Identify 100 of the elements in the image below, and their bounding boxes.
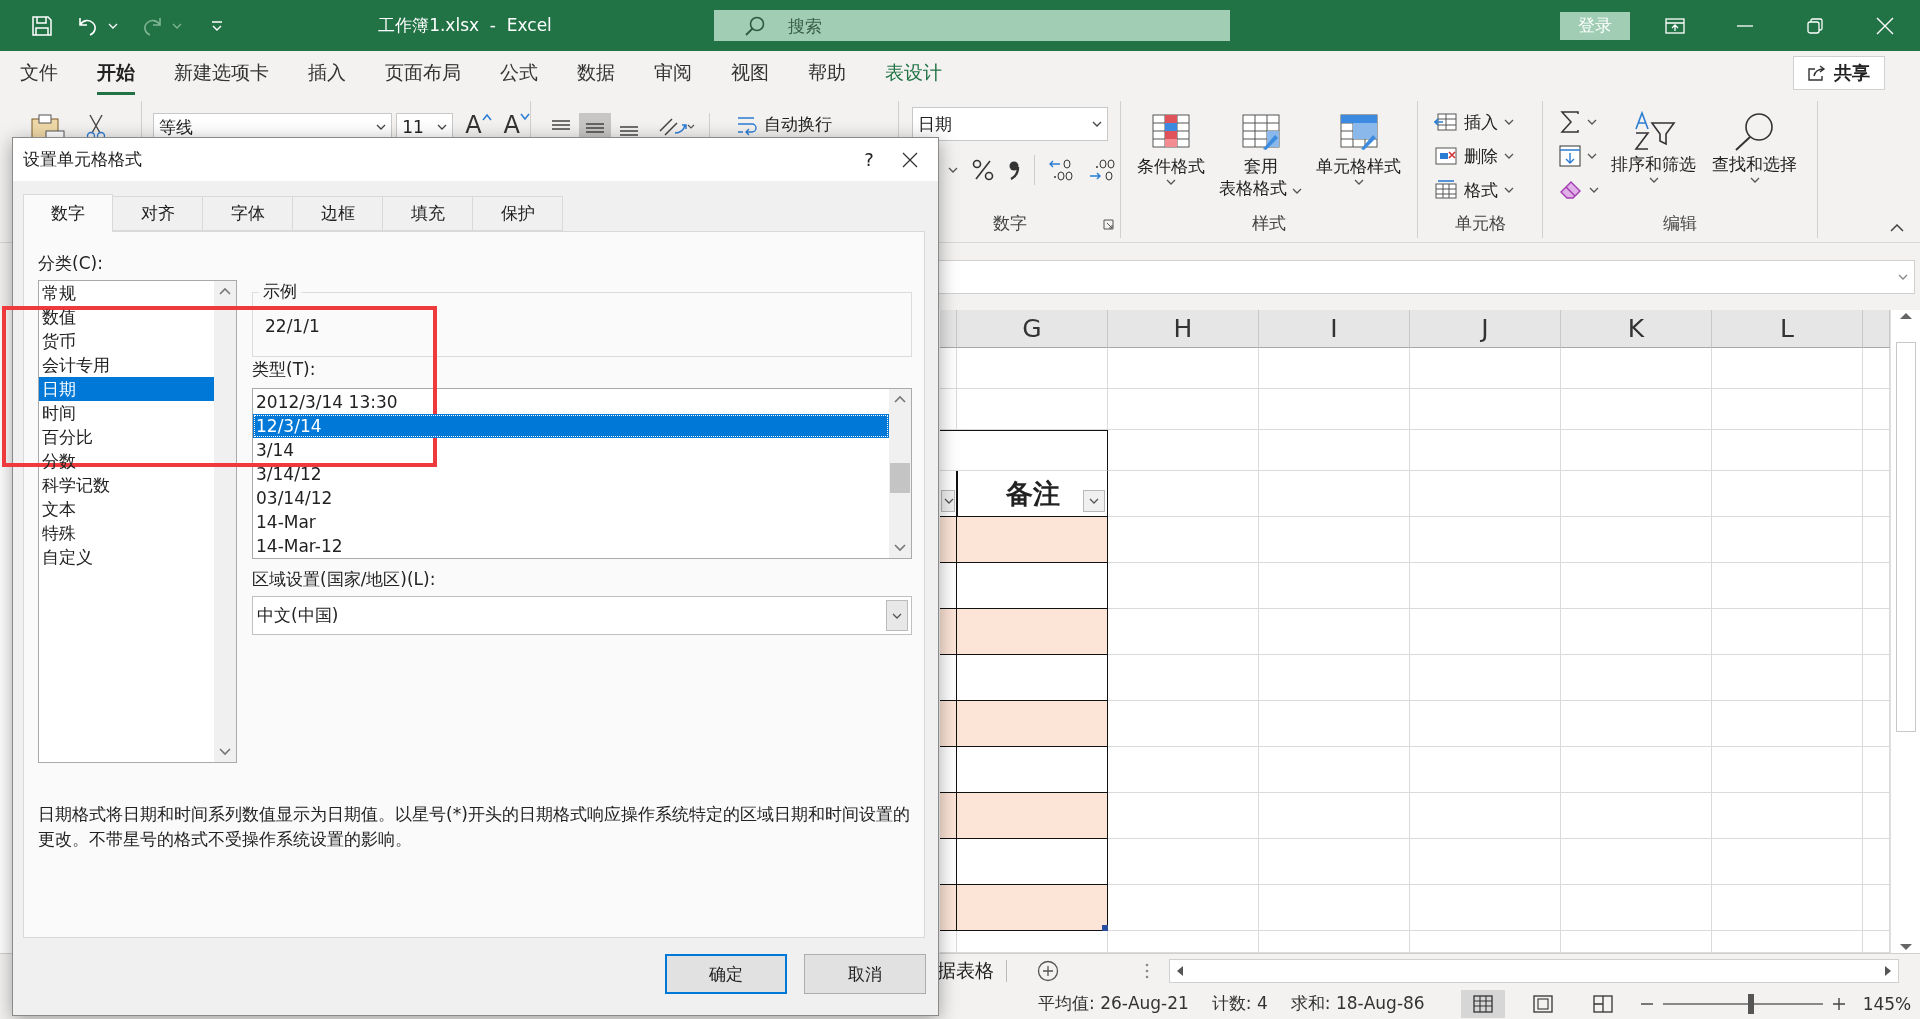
category-item[interactable]: 自定义	[39, 545, 214, 569]
dialog-tab[interactable]: 保护	[473, 196, 563, 231]
type-item[interactable]: 14-Mar-12	[253, 534, 889, 558]
sort-filter-button[interactable]: 排序和筛选	[1607, 105, 1700, 208]
close-icon[interactable]	[902, 151, 918, 168]
ribbon-tab[interactable]: 视图	[731, 51, 769, 95]
category-item[interactable]: 货币	[39, 329, 214, 353]
category-item[interactable]: 百分比	[39, 425, 214, 449]
category-item[interactable]: 日期	[39, 377, 214, 401]
minimize-icon[interactable]	[1737, 24, 1753, 27]
help-button[interactable]: ?	[836, 149, 902, 170]
category-item[interactable]: 时间	[39, 401, 214, 425]
scroll-down-icon[interactable]	[894, 544, 906, 552]
type-item[interactable]: 14-Mar	[253, 510, 889, 534]
dialog-tab[interactable]: 填充	[383, 196, 473, 231]
grid-cell	[940, 389, 957, 430]
ribbon-tab[interactable]: 插入	[308, 51, 346, 95]
type-list[interactable]: 2012/3/14 13:30 12/3/14 3/14 3/14/12 03/14/12 14-Mar 14-Mar-12	[252, 388, 912, 559]
ribbon-tab[interactable]: 公式	[500, 51, 538, 95]
dialog-launcher-icon[interactable]	[1103, 219, 1114, 230]
percent-icon[interactable]	[972, 159, 994, 181]
collapse-ribbon-icon[interactable]	[1890, 224, 1904, 232]
category-item[interactable]: 科学记数	[39, 473, 214, 497]
resize-handle[interactable]	[1102, 925, 1108, 931]
share-button[interactable]: 共享	[1793, 56, 1885, 90]
zoom-thumb[interactable]	[1747, 993, 1754, 1014]
ribbon-display-icon[interactable]	[1665, 17, 1685, 34]
comma-style-icon[interactable]	[1008, 160, 1020, 180]
conditional-format-button[interactable]: 条件格式	[1132, 113, 1209, 208]
more-icon[interactable]	[1145, 963, 1149, 979]
scroll-down-icon[interactable]	[219, 748, 231, 756]
scroll-right-icon[interactable]	[1884, 965, 1892, 977]
type-item[interactable]: 03/14/12	[253, 486, 889, 510]
table-format-button[interactable]: 套用 表格格式	[1214, 113, 1307, 208]
filter-button[interactable]	[941, 490, 955, 512]
zoom-level[interactable]: 145%	[1862, 993, 1912, 1014]
scroll-thumb[interactable]	[890, 463, 910, 493]
type-item[interactable]: 2012/3/14 13:30	[253, 390, 889, 414]
column-header[interactable]: I	[1259, 310, 1410, 348]
scroll-down-icon[interactable]	[1898, 943, 1913, 951]
add-sheet-icon[interactable]	[1037, 960, 1059, 982]
locale-dropdown[interactable]: 中文(中国)	[252, 596, 912, 635]
scroll-up-icon[interactable]	[1898, 312, 1913, 320]
category-item[interactable]: 会计专用	[39, 353, 214, 377]
ribbon-tab[interactable]: 数据	[577, 51, 615, 95]
cell-format-button[interactable]: 单元格样式	[1312, 113, 1406, 208]
scroll-up-icon[interactable]	[894, 395, 906, 403]
restore-icon[interactable]	[1807, 17, 1823, 34]
type-item[interactable]: 3/14/12	[253, 462, 889, 486]
category-item[interactable]: 数值	[39, 305, 214, 329]
shrink-font-button[interactable]: A	[503, 113, 530, 137]
grow-font-button[interactable]: A	[465, 113, 492, 137]
delete-cells-button[interactable]: 删除	[1434, 139, 1542, 173]
caret-icon	[376, 124, 387, 130]
search-field[interactable]: 搜索	[714, 10, 1230, 41]
ribbon-tab[interactable]: 新建选项卡	[174, 51, 269, 95]
dialog-tab[interactable]: 字体	[203, 196, 293, 231]
column-header[interactable]: J	[1410, 310, 1561, 348]
normal-view-icon[interactable]	[1460, 989, 1505, 1018]
scroll-left-icon[interactable]	[1176, 965, 1184, 977]
customize-icon[interactable]	[210, 19, 224, 32]
format-cells-button[interactable]: 格式	[1434, 173, 1542, 207]
ribbon-tab[interactable]: 帮助	[808, 51, 846, 95]
ribbon-tab[interactable]: 表设计	[885, 51, 942, 95]
number-format-field[interactable]: 日期	[912, 107, 1108, 141]
increase-decimal-icon[interactable]	[1049, 158, 1075, 182]
sum-icon[interactable]	[1559, 110, 1581, 134]
eraser-icon[interactable]	[1559, 179, 1583, 201]
dialog-tab[interactable]: 对齐	[113, 196, 203, 231]
type-item[interactable]: 3/14	[253, 438, 889, 462]
category-item[interactable]: 特殊	[39, 521, 214, 545]
zoom-in-icon[interactable]	[1832, 997, 1845, 1010]
ok-button[interactable]: 确定	[665, 954, 787, 994]
scrollbar[interactable]	[889, 389, 911, 558]
type-item[interactable]: 12/3/14	[253, 414, 889, 438]
scroll-up-icon[interactable]	[219, 287, 231, 295]
category-item[interactable]: 常规	[39, 281, 214, 305]
column-header[interactable]: H	[1108, 310, 1259, 348]
scrollbar[interactable]	[214, 281, 236, 762]
scroll-thumb[interactable]	[1895, 342, 1916, 732]
category-item[interactable]: 文本	[39, 497, 214, 521]
column-header[interactable]: K	[1561, 310, 1712, 348]
insert-cells-button[interactable]: 插入	[1434, 105, 1542, 139]
dialog-tab[interactable]: 边框	[293, 196, 383, 231]
wrap-text-button[interactable]: 自动换行	[736, 113, 832, 136]
cancel-button[interactable]: 取消	[804, 954, 926, 994]
zoom-out-icon[interactable]	[1640, 1002, 1653, 1005]
decrease-decimal-icon[interactable]	[1089, 158, 1115, 182]
ribbon-tab[interactable]: 页面布局	[385, 51, 461, 95]
cell-brush-icon	[1338, 113, 1379, 153]
ribbon-tab[interactable]: 审阅	[654, 51, 692, 95]
save-icon[interactable]	[30, 13, 54, 38]
ribbon-tab[interactable]: 文件	[20, 51, 58, 95]
horizontal-scrollbar[interactable]	[1169, 959, 1899, 983]
column-header[interactable]: L	[1712, 310, 1863, 348]
column-header[interactable]: G	[957, 310, 1108, 348]
caret-icon	[1504, 119, 1514, 125]
find-select-button[interactable]: 查找和选择	[1708, 105, 1801, 208]
fill-down-icon[interactable]	[1559, 145, 1581, 167]
dialog-tab[interactable]: 数字	[23, 194, 113, 232]
